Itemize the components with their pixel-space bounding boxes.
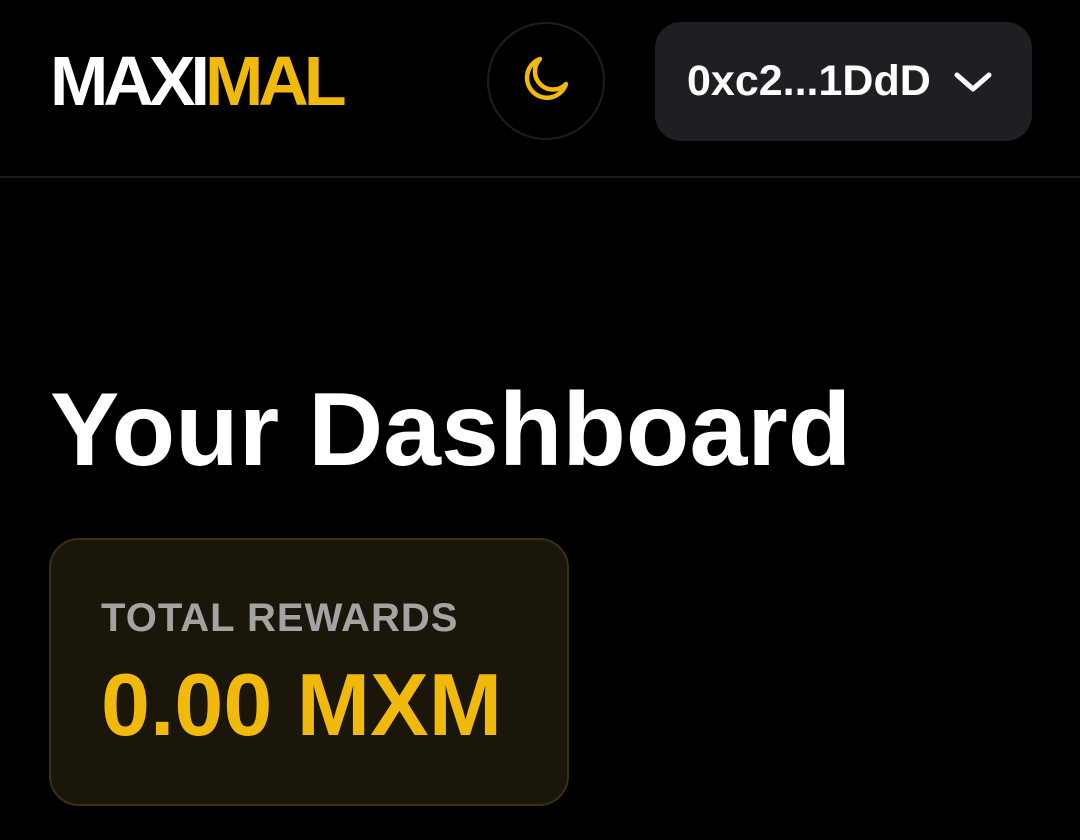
chevron-down-icon — [953, 70, 993, 94]
wallet-account-button[interactable]: 0xc2...1DdD — [655, 22, 1032, 141]
theme-toggle-button[interactable] — [487, 22, 605, 140]
logo-text-mal: MAL — [205, 42, 347, 120]
top-header: MAXIMAL 0xc2...1DdD — [0, 0, 1080, 178]
moon-icon — [518, 51, 574, 112]
logo-text-maxi: MAXI — [50, 42, 210, 120]
wallet-address: 0xc2...1DdD — [687, 57, 931, 105]
page-title: Your Dashboard — [50, 372, 852, 488]
brand-logo[interactable]: MAXIMAL — [50, 42, 347, 120]
rewards-value: 0.00 MXM — [101, 655, 503, 754]
rewards-label: TOTAL REWARDS — [101, 596, 459, 640]
total-rewards-card: TOTAL REWARDS 0.00 MXM — [49, 538, 569, 806]
